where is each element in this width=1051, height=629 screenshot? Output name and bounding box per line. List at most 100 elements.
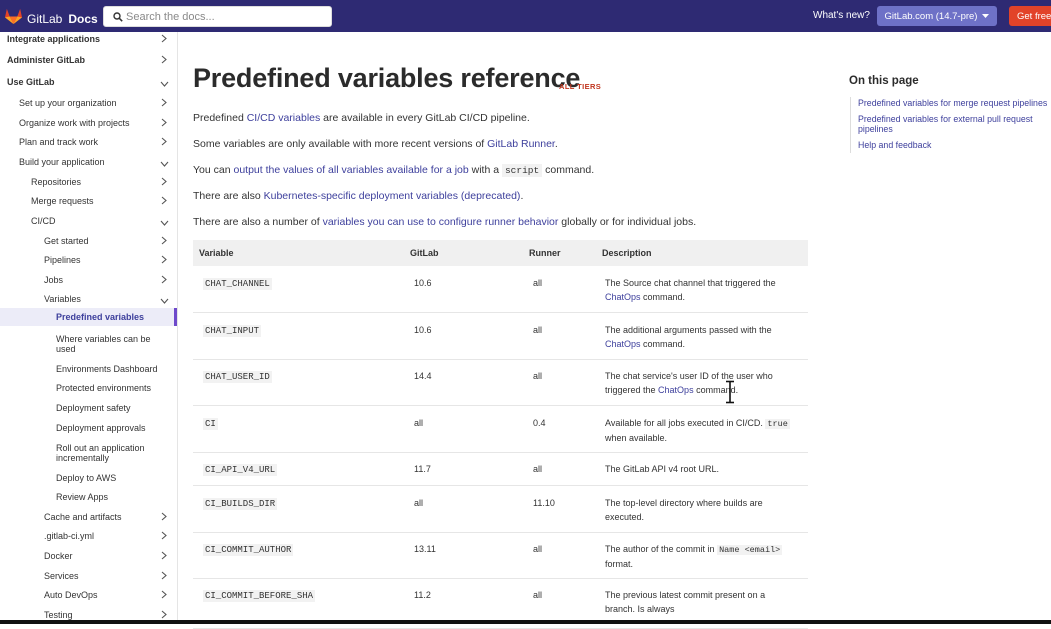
chatops-link[interactable]: ChatOps [605, 292, 641, 302]
chevron-right-icon[interactable] [161, 531, 167, 542]
chevron-right-icon[interactable] [161, 571, 167, 582]
gitlab-runner-link[interactable]: GitLab Runner [487, 138, 555, 150]
sidebar-item-repositories[interactable]: Repositories [0, 176, 177, 195]
sidebar-item-services[interactable]: Services [0, 570, 177, 589]
variable-name: CI_COMMIT_AUTHOR [203, 544, 294, 556]
sidebar-item-cache-and-artifacts[interactable]: Cache and artifacts [0, 511, 177, 530]
sidebar-item-label: Jobs [44, 275, 64, 285]
chevron-right-icon[interactable] [161, 196, 167, 207]
toc-link-help-feedback[interactable]: Help and feedback [858, 140, 931, 150]
sidebar-item-auto-devops[interactable]: Auto DevOps [0, 589, 177, 608]
chevron-right-icon[interactable] [161, 177, 167, 188]
description-cell: The previous latest commit present on a b… [605, 588, 800, 616]
toc-link-external-pull-request[interactable]: Predefined variables for external pull r… [858, 114, 1033, 124]
sidebar-item-label: Deploy to AWS [56, 473, 117, 483]
chevron-right-icon[interactable] [161, 255, 167, 266]
sidebar-item-integrate-applications[interactable]: Integrate applications [0, 33, 177, 52]
description-text: triggered the [605, 385, 659, 395]
kubernetes-variables-link[interactable]: Kubernetes-specific deployment variables… [264, 190, 521, 202]
sidebar-item-deploy-to-aws[interactable]: Deploy to AWS [0, 472, 177, 491]
on-this-page-title: On this page [849, 75, 919, 87]
p4-text: There are also [193, 189, 264, 202]
variable-name: CI [203, 418, 218, 430]
runner-behavior-link[interactable]: variables you can use to configure runne… [323, 216, 559, 228]
sidebar-item-review-apps[interactable]: Review Apps [0, 491, 177, 510]
search-box[interactable] [103, 6, 332, 27]
runner-version-cell: all [533, 371, 543, 381]
sidebar-item-build-your-application[interactable]: Build your application [0, 156, 177, 175]
version-dropdown[interactable]: GitLab.com (14.7-pre) [877, 6, 997, 26]
toc-link-external-pull-request-cont[interactable]: pipelines [858, 124, 893, 134]
get-free-trial-button[interactable]: Get free [1009, 6, 1051, 26]
chevron-right-icon[interactable] [161, 551, 167, 562]
sidebar-item-label-cont: used [56, 344, 76, 354]
sidebar-item-get-started[interactable]: Get started [0, 235, 177, 254]
table-row: CI_COMMIT_AUTHOR 13.11 all The author of th… [193, 532, 808, 579]
chevron-right-icon[interactable] [161, 118, 167, 129]
sidebar-item-ci-cd[interactable]: CI/CD [0, 215, 177, 234]
chevron-right-icon[interactable] [161, 137, 167, 148]
sidebar-item-docker[interactable]: Docker [0, 550, 177, 569]
sidebar-item-predefined-variables[interactable]: Predefined variables [0, 308, 177, 326]
chevron-right-icon[interactable] [161, 512, 167, 523]
p5-text: There are also a number of [193, 215, 323, 228]
variable-cell: CI [203, 416, 218, 431]
sidebar-item-deployment-safety[interactable]: Deployment safety [0, 402, 177, 421]
sidebar-item-merge-requests[interactable]: Merge requests [0, 195, 177, 214]
sidebar-item-environments-dashboard[interactable]: Environments Dashboard [0, 363, 177, 382]
description-text: The chat service's user ID of the user w… [605, 371, 773, 381]
runner-version-cell: 11.10 [533, 498, 555, 508]
toc-link-merge-request-pipelines[interactable]: Predefined variables for merge request p… [858, 98, 1047, 108]
chevron-right-icon[interactable] [161, 275, 167, 286]
sidebar-item-jobs[interactable]: Jobs [0, 274, 177, 293]
sidebar-item-gitlab-ci-yml[interactable]: .gitlab-ci.yml [0, 530, 177, 549]
description-text: The top-level directory where builds are [605, 498, 763, 508]
search-input[interactable] [126, 8, 326, 25]
chevron-right-icon[interactable] [161, 236, 167, 247]
sidebar-item-label: Services [44, 571, 79, 581]
chevron-down-icon[interactable] [160, 159, 169, 169]
variable-name: CHAT_INPUT [203, 325, 262, 337]
description-cell: The top-level directory where builds are… [605, 496, 800, 524]
sidebar-item-label: Repositories [31, 177, 82, 187]
logo-text: GitLab [27, 11, 63, 26]
whats-new-link[interactable]: What's new? [813, 10, 870, 21]
chevron-down-icon[interactable] [160, 296, 169, 306]
sidebar-item-roll-out-an-application[interactable]: Roll out an application incrementally [0, 442, 177, 463]
output-values-link[interactable]: output the values of all variables avail… [233, 164, 468, 176]
chevron-right-icon[interactable] [161, 34, 167, 45]
chevron-down-icon[interactable] [160, 79, 169, 89]
tier-badge[interactable]: ALL TIERS [559, 82, 601, 91]
sidebar-item-pipelines[interactable]: Pipelines [0, 254, 177, 273]
chevron-right-icon[interactable] [161, 590, 167, 601]
runner-version-cell: all [533, 278, 543, 288]
variable-cell: CHAT_USER_ID [203, 369, 272, 384]
runner-version-cell: all [533, 544, 543, 554]
sidebar-item-protected-environments[interactable]: Protected environments [0, 382, 177, 401]
tanuki-logo-icon [4, 7, 23, 30]
bottom-edge [0, 620, 1051, 624]
sidebar-item-use-gitlab[interactable]: Use GitLab [0, 76, 177, 95]
gitlab-version-cell: 14.4 [414, 371, 432, 381]
gitlab-docs-logo[interactable]: GitLab Docs [4, 7, 98, 30]
sidebar-item-deployment-approvals[interactable]: Deployment approvals [0, 422, 177, 441]
sidebar-item-organize-work-with-projects[interactable]: Organize work with projects [0, 117, 177, 136]
description-cell: The Source chat channel that triggered t… [605, 276, 800, 304]
chevron-right-icon[interactable] [161, 55, 167, 66]
p3-text-mid: with a [468, 163, 502, 176]
variable-cell: CI_BUILDS_DIR [203, 496, 278, 511]
description-text: The additional arguments passed with the [605, 325, 772, 335]
chevron-right-icon[interactable] [161, 98, 167, 109]
chatops-link[interactable]: ChatOps [658, 385, 694, 395]
cicd-variables-link[interactable]: CI/CD variables [247, 112, 321, 124]
caret-down-icon [982, 11, 990, 22]
chevron-down-icon[interactable] [160, 218, 169, 228]
sidebar-item-set-up-your-organization[interactable]: Set up your organization [0, 97, 177, 116]
sidebar-item-administer-gitlab[interactable]: Administer GitLab [0, 54, 177, 73]
sidebar-item-plan-and-track-work[interactable]: Plan and track work [0, 136, 177, 155]
variable-name: CHAT_USER_ID [203, 371, 272, 383]
sidebar-item-where-variables-can-be[interactable]: Where variables can be used [0, 333, 177, 354]
gitlab-version-cell: 10.6 [414, 278, 432, 288]
chatops-link[interactable]: ChatOps [605, 339, 641, 349]
header-description: Description [602, 248, 652, 258]
